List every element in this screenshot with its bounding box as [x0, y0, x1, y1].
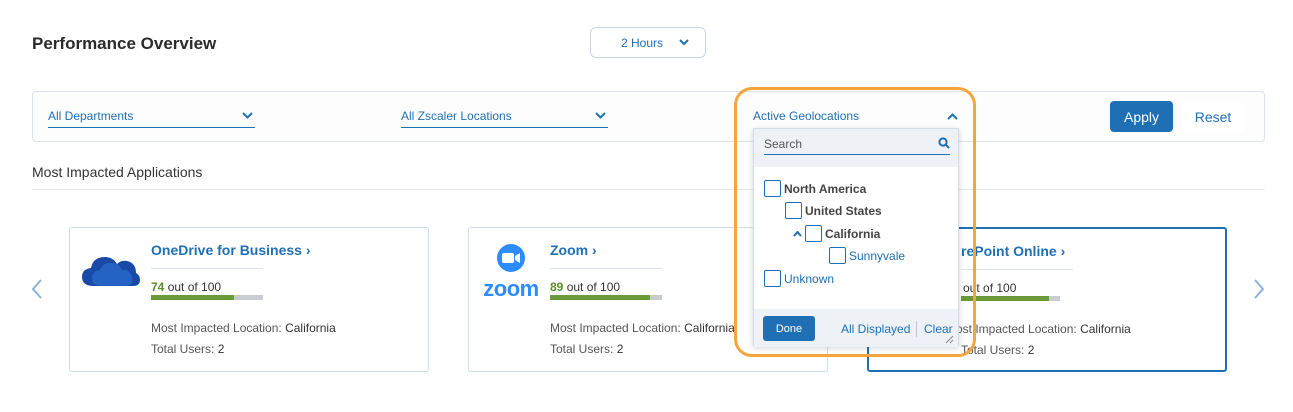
card-divider [550, 268, 662, 269]
locations-dropdown[interactable]: All Zscaler Locations [401, 104, 608, 128]
total-users: Total Users: 2 [151, 342, 225, 356]
app-name-link[interactable]: OneDrive for Business › [151, 242, 311, 258]
chevron-right-icon: › [305, 242, 311, 258]
chevron-down-icon [242, 112, 253, 119]
score-bar [151, 295, 263, 300]
apply-button[interactable]: Apply [1110, 101, 1173, 132]
score-bar-fill [151, 295, 234, 300]
score-suffix: out of 100 [566, 280, 621, 294]
section-divider [32, 189, 1265, 190]
card-divider [151, 268, 263, 269]
impacted-location: Most Impacted Location: California [151, 321, 336, 335]
app-card-onedrive[interactable]: OneDrive for Business › 74 out of 100 Mo… [69, 227, 429, 372]
page-title: Performance Overview [32, 34, 217, 53]
highlight-outline [734, 87, 976, 357]
time-range-select[interactable]: 2 Hours [590, 27, 706, 58]
score-text: 89 out of 100 [550, 280, 620, 294]
app-name-link[interactable]: rePoint Online › [961, 243, 1065, 259]
zoom-logo-icon: zoom [481, 242, 541, 305]
time-range-value: 2 Hours [620, 35, 664, 50]
chevron-left-icon[interactable] [30, 278, 44, 300]
impacted-location: Most Impacted Location: California [550, 321, 735, 335]
reset-button[interactable]: Reset [1182, 103, 1244, 131]
chevron-down-icon [679, 39, 689, 46]
chevron-right-icon: › [1060, 243, 1066, 259]
score-suffix: out of 100 [167, 280, 222, 294]
app-name-link[interactable]: Zoom › [550, 242, 597, 258]
score-bar [550, 295, 662, 300]
score-bar-fill [550, 295, 650, 300]
section-title: Most Impacted Applications [32, 164, 203, 180]
score-value: 74 [151, 280, 165, 294]
locations-value: All Zscaler Locations [401, 108, 512, 123]
departments-value: All Departments [48, 108, 134, 123]
score-text: 74 out of 100 [151, 280, 221, 294]
zoom-logo-text: zoom [483, 276, 539, 301]
chevron-down-icon [595, 112, 606, 119]
chevron-right-icon: › [592, 242, 597, 258]
onedrive-logo-icon [82, 257, 140, 286]
departments-dropdown[interactable]: All Departments [48, 104, 255, 128]
impacted-location: ost Impacted Location: California [956, 322, 1131, 336]
chevron-right-icon[interactable] [1252, 278, 1266, 300]
score-value: 89 [550, 280, 564, 294]
total-users: Total Users: 2 [550, 342, 624, 356]
card-divider [961, 269, 1073, 270]
